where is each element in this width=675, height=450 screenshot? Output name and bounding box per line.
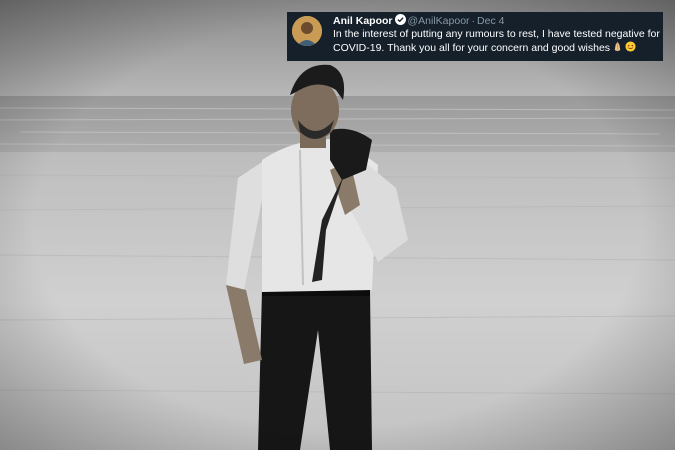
tweet-text-content: In the interest of putting any rumours t… <box>333 28 660 54</box>
tweet-text: In the interest of putting any rumours t… <box>333 27 663 55</box>
tweet-date[interactable]: Dec 4 <box>477 15 504 27</box>
tweet-header: Anil Kapoor @AnilKapoor · Dec 4 <box>333 14 504 28</box>
author-name[interactable]: Anil Kapoor <box>333 15 393 27</box>
author-handle[interactable]: @AnilKapoor <box>408 15 470 27</box>
separator: · <box>471 15 476 27</box>
verified-badge-icon <box>394 14 406 25</box>
avatar[interactable] <box>292 16 322 46</box>
folded-hands-icon <box>614 41 621 52</box>
beach-scene <box>0 0 675 450</box>
background-photo <box>0 0 675 450</box>
tweet-card[interactable]: Anil Kapoor @AnilKapoor · Dec 4 In the inte… <box>287 12 663 61</box>
smiling-face-icon <box>625 41 636 52</box>
